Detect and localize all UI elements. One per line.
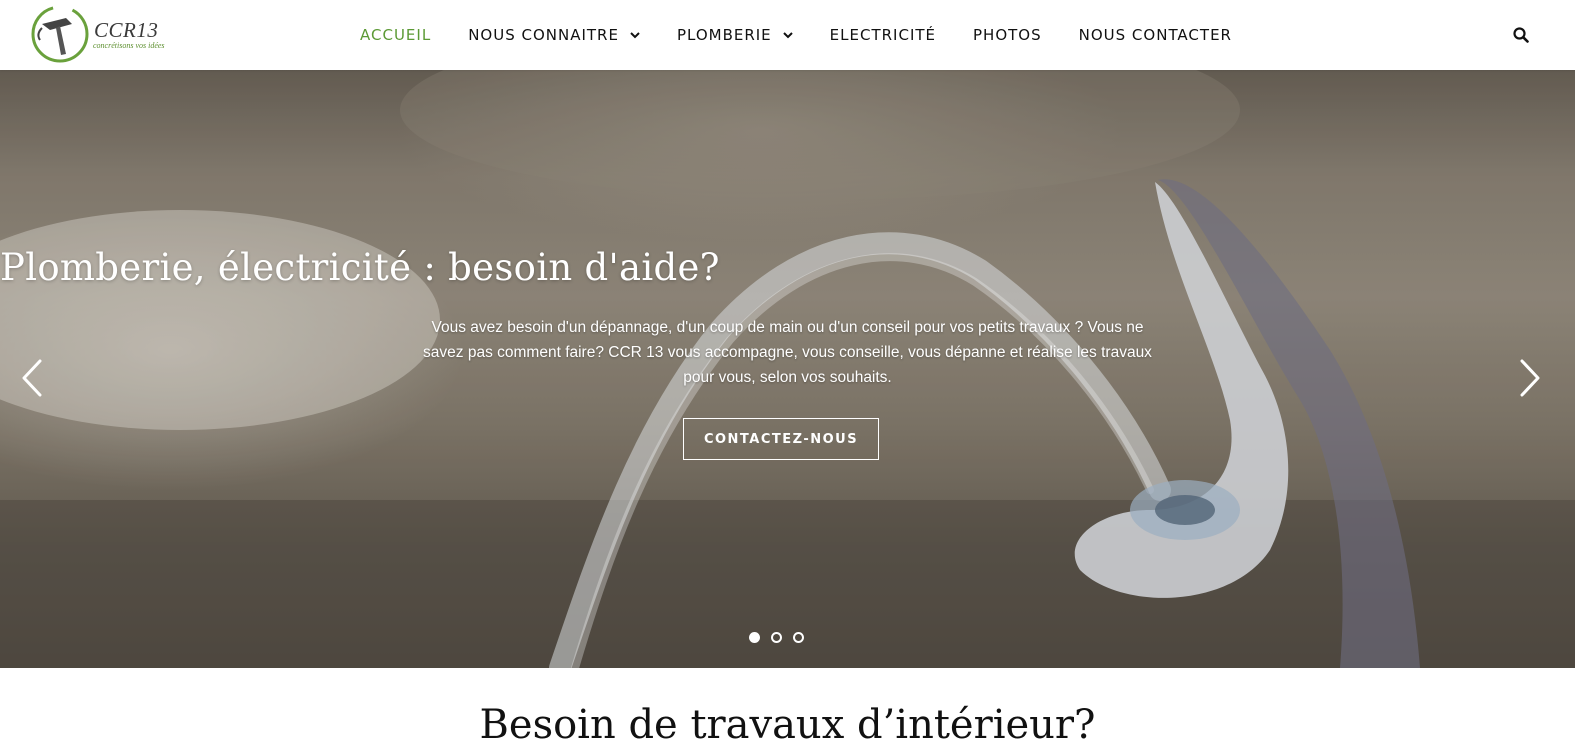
contact-button[interactable]: CONTACTEZ-NOUS — [683, 418, 879, 460]
logo-tagline: concrétisons vos idées — [93, 41, 165, 50]
hero-title: Plomberie, électricité : besoin d'aide? — [0, 246, 720, 289]
hero-description: Vous avez besoin d'un dépannage, d'un co… — [423, 319, 1152, 386]
search-icon[interactable] — [1512, 26, 1530, 44]
section-title: Besoin de travaux d’intérieur? — [479, 702, 1096, 748]
nav-item-nous-contacter[interactable]: NOUS CONTACTER — [1079, 26, 1232, 44]
main-nav: ACCUEIL NOUS CONNAITRE PLOMBERIE ELECTRI… — [360, 0, 1269, 70]
nav-item-photos[interactable]: PHOTOS — [973, 26, 1042, 44]
chevron-left-icon[interactable] — [20, 358, 44, 398]
slider-dots — [749, 632, 815, 643]
slider-dot[interactable] — [793, 632, 804, 643]
hero-slider: Plomberie, électricité : besoin d'aide? … — [0, 70, 1575, 668]
nav-item-nous-connaitre[interactable]: NOUS CONNAITRE — [468, 26, 640, 44]
nav-item-label: NOUS CONNAITRE — [468, 26, 619, 44]
nav-item-label: ACCUEIL — [360, 26, 432, 44]
logo-name: CCR13 — [94, 18, 159, 42]
chevron-down-icon — [630, 31, 640, 38]
nav-item-label: ELECTRICITÉ — [829, 26, 937, 44]
nav-item-plomberie[interactable]: PLOMBERIE — [677, 26, 793, 44]
slider-dot[interactable] — [749, 632, 760, 643]
slider-dot[interactable] — [771, 632, 782, 643]
logo[interactable]: CCR13 concrétisons vos idées — [30, 4, 190, 66]
nav-item-label: PLOMBERIE — [676, 26, 772, 44]
chevron-right-icon[interactable] — [1518, 358, 1542, 398]
site-header: CCR13 concrétisons vos idées ACCUEIL NOU… — [0, 0, 1575, 70]
chevron-down-icon — [782, 31, 793, 38]
nav-item-label: NOUS CONTACTER — [1078, 26, 1232, 44]
nav-item-label: PHOTOS — [973, 26, 1042, 44]
nav-item-electricite[interactable]: ELECTRICITÉ — [830, 26, 936, 44]
nav-item-accueil[interactable]: ACCUEIL — [360, 26, 431, 44]
